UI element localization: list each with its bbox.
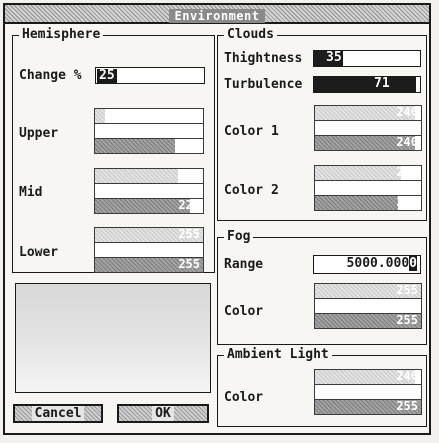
b-channel-value: 255 [396, 313, 418, 327]
lower-color-sliders[interactable]: 255 255 [94, 227, 204, 273]
turbulence-slider[interactable]: 71 [313, 76, 421, 93]
range-caret: 0 [409, 256, 417, 271]
thightness-label: Thightness [224, 51, 303, 66]
range-field[interactable]: 5000.0000 [313, 255, 421, 274]
g-channel-slider[interactable] [94, 242, 204, 257]
ok-button-label: OK [152, 406, 174, 421]
mid-color-sliders[interactable]: 196 224 [94, 168, 204, 214]
b-channel-fill [95, 139, 175, 153]
ok-button[interactable]: OK [117, 404, 209, 423]
r-channel-fill [315, 166, 402, 180]
r-channel-fill [95, 109, 105, 123]
g-channel-slider[interactable] [94, 123, 204, 138]
environment-window: Environment Hemisphere Change % 25 Upper… [3, 3, 431, 435]
upper-label: Upper [19, 126, 59, 141]
cancel-button-label: Cancel [31, 406, 85, 421]
lower-label: Lower [19, 245, 59, 260]
upper-color-sliders[interactable]: 23 188 [94, 108, 204, 154]
b-channel-slider[interactable]: 255 [94, 257, 204, 273]
g-channel-slider[interactable] [314, 120, 422, 135]
hemisphere-preview [15, 283, 211, 393]
r-channel-slider[interactable]: 240 [314, 369, 422, 384]
b-channel-value: 188 [178, 138, 200, 152]
turbulence-value: 71 [374, 76, 390, 91]
mid-label: Mid [19, 185, 43, 200]
b-channel-slider[interactable]: 200 [314, 195, 422, 211]
fog-color-sliders[interactable]: 255 255 [314, 283, 422, 329]
b-channel-fill [95, 199, 190, 213]
ambient-color-sliders[interactable]: 240 255 [314, 369, 422, 415]
b-channel-slider[interactable]: 188 [94, 138, 204, 154]
b-channel-slider[interactable]: 255 [314, 313, 422, 329]
thightness-slider[interactable]: 35 [313, 50, 421, 67]
g-channel-slider[interactable] [314, 298, 422, 313]
title-bar[interactable]: Environment [5, 5, 429, 24]
b-channel-slider[interactable]: 255 [314, 399, 422, 415]
g-channel-slider[interactable] [314, 180, 422, 195]
r-channel-fill [95, 169, 178, 183]
g-channel-slider[interactable] [94, 183, 204, 198]
r-channel-value: 255 [396, 283, 418, 297]
hemisphere-title: Hemisphere [19, 27, 104, 43]
b-channel-value: 255 [396, 399, 418, 413]
turbulence-fill [314, 77, 416, 92]
b-channel-value: 224 [178, 198, 200, 212]
r-channel-value: 255 [178, 227, 200, 241]
b-channel-value: 255 [178, 257, 200, 271]
range-value: 5000.000 [346, 256, 410, 271]
change-percent-value: 25 [97, 68, 117, 83]
r-channel-slider[interactable]: 255 [94, 227, 204, 242]
ambient-title: Ambient Light [224, 347, 332, 363]
b-channel-value: 200 [396, 195, 418, 209]
cloud-color1-sliders[interactable]: 240 240 [314, 105, 422, 151]
r-channel-slider[interactable]: 240 [314, 105, 422, 120]
r-channel-value: 196 [178, 168, 200, 182]
r-channel-value: 23 [185, 108, 200, 122]
r-channel-slider[interactable]: 208 [314, 165, 422, 180]
turbulence-label: Turbulence [224, 77, 303, 92]
color1-label: Color 1 [224, 124, 279, 139]
b-channel-fill [315, 196, 399, 210]
change-percent-field[interactable]: 25 [95, 67, 205, 84]
r-channel-slider[interactable]: 255 [314, 283, 422, 298]
b-channel-slider[interactable]: 240 [314, 135, 422, 151]
r-channel-slider[interactable]: 23 [94, 108, 204, 123]
color2-label: Color 2 [224, 183, 279, 198]
r-channel-value: 240 [396, 369, 418, 383]
b-channel-slider[interactable]: 224 [94, 198, 204, 214]
clouds-title: Clouds [224, 27, 277, 43]
ambient-color-label: Color [224, 390, 264, 405]
thightness-value: 35 [326, 50, 342, 65]
r-channel-slider[interactable]: 196 [94, 168, 204, 183]
fog-title: Fog [224, 229, 254, 245]
cancel-button[interactable]: Cancel [13, 404, 103, 423]
r-channel-value: 240 [396, 105, 418, 119]
r-channel-value: 208 [396, 165, 418, 179]
range-label: Range [224, 257, 264, 272]
b-channel-value: 240 [396, 135, 418, 149]
cloud-color2-sliders[interactable]: 208 200 [314, 165, 422, 211]
g-channel-slider[interactable] [314, 384, 422, 399]
fog-color-label: Color [224, 304, 264, 319]
change-label: Change % [19, 68, 82, 83]
window-title: Environment [168, 9, 266, 23]
